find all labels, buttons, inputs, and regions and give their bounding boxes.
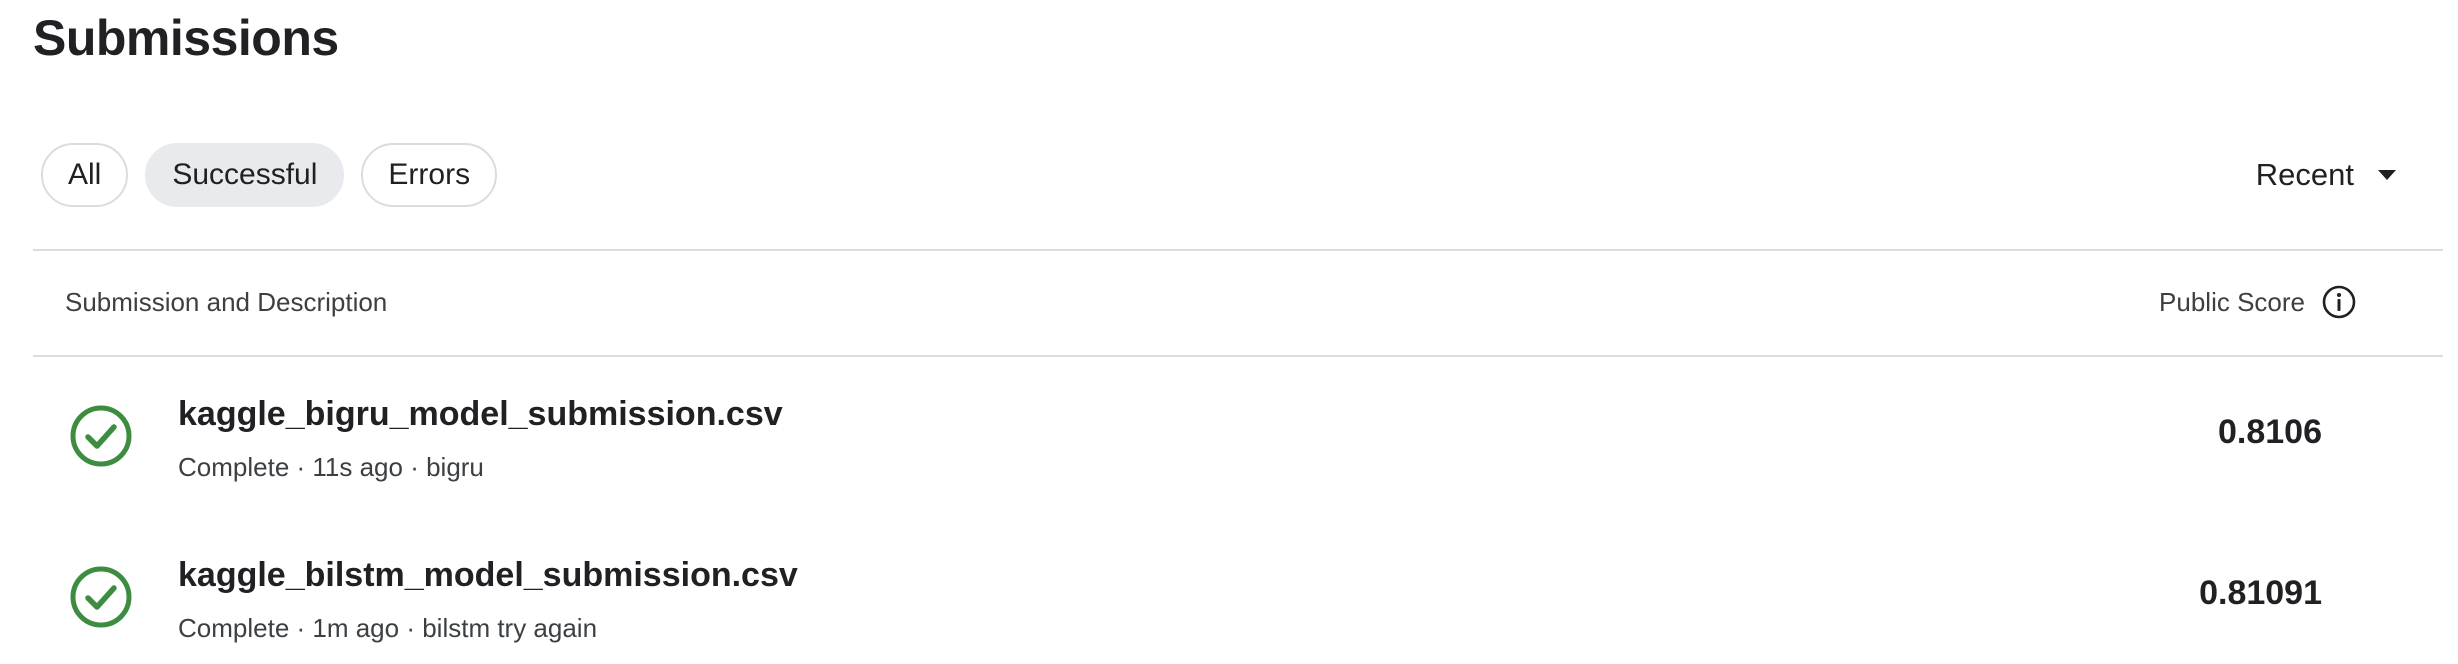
page-title: Submissions — [33, 10, 339, 66]
public-score: 0.8106 — [2218, 413, 2322, 451]
submission-meta: Complete · 1m ago · bilstm try again — [178, 613, 598, 643]
public-score: 0.81091 — [2199, 574, 2322, 612]
column-header-submission: Submission and Description — [65, 287, 388, 317]
submission-filename[interactable]: kaggle_bigru_model_submission.csv — [178, 392, 783, 436]
sort-dropdown[interactable]: Recent — [2256, 150, 2396, 200]
chevron-down-icon — [2378, 170, 2396, 180]
check-circle-icon — [70, 566, 132, 628]
submissions-page: Submissions All Successful Errors Recent… — [0, 0, 2458, 664]
check-circle-icon — [70, 405, 132, 467]
table-row[interactable]: kaggle_bigru_model_submission.csv Comple… — [33, 356, 2443, 516]
submission-filename[interactable]: kaggle_bilstm_model_submission.csv — [178, 553, 798, 597]
filter-errors-chip[interactable]: Errors — [361, 143, 498, 207]
header-top-divider — [33, 249, 2443, 251]
info-icon[interactable] — [2321, 284, 2357, 320]
filter-chips: All Successful Errors — [41, 143, 498, 207]
filter-successful-chip[interactable]: Successful — [145, 143, 345, 207]
table-row[interactable]: kaggle_bilstm_model_submission.csv Compl… — [33, 517, 2443, 664]
column-header-score: Public Score — [2159, 282, 2357, 322]
column-header-score-label: Public Score — [2159, 287, 2305, 317]
submission-meta: Complete · 11s ago · bigru — [178, 452, 484, 482]
filter-all-chip[interactable]: All — [41, 143, 129, 207]
sort-label: Recent — [2255, 157, 2354, 192]
